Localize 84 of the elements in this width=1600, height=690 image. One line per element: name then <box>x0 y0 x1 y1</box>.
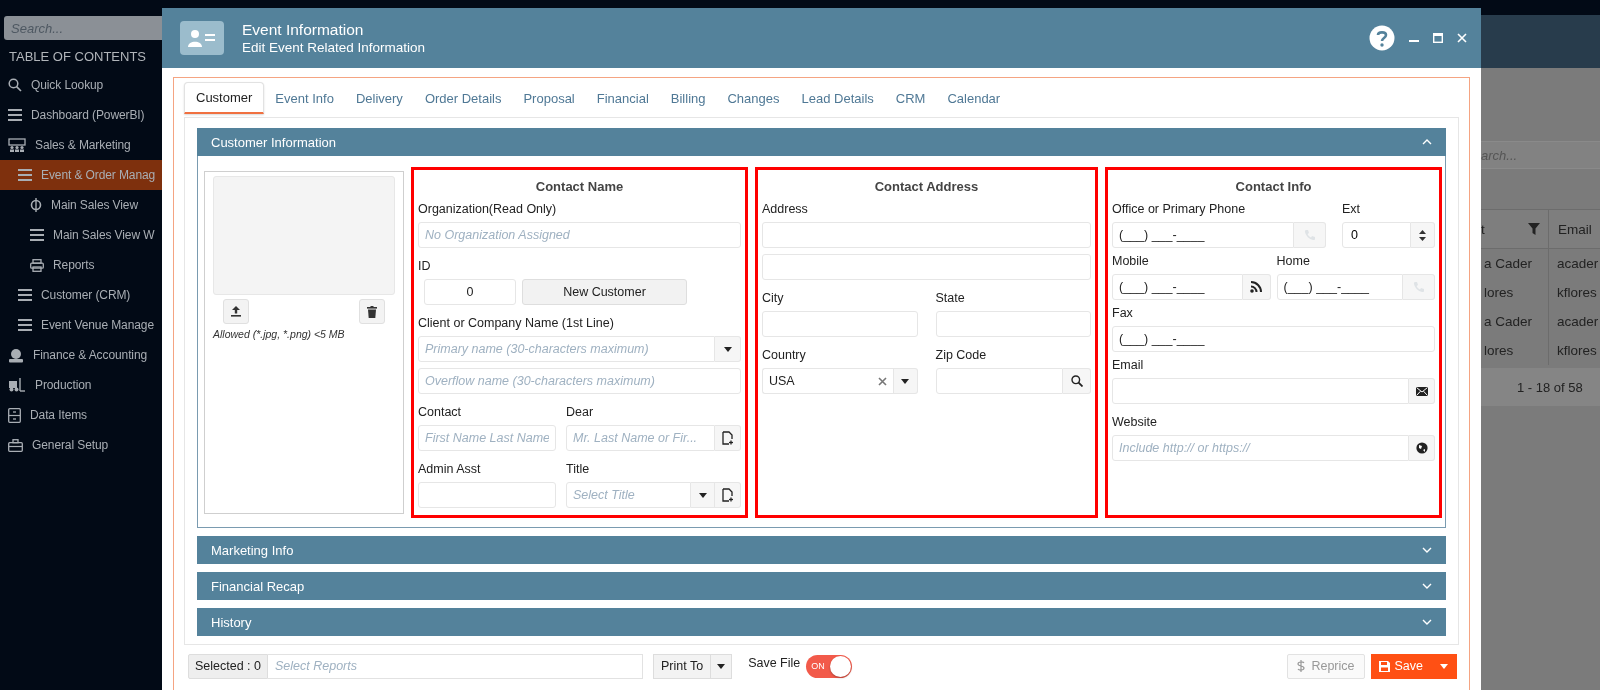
field-label: Client or Company Name (1st Line) <box>418 316 615 330</box>
sidebar-item[interactable]: Sales & Marketing <box>0 130 162 160</box>
section-heading: Contact Address <box>873 179 980 194</box>
input-field[interactable]: (___) ___-____ <box>1276 274 1403 300</box>
field-label: Ext <box>1342 202 1362 216</box>
tab[interactable]: CRM <box>884 82 937 114</box>
sidebar-item[interactable]: Production <box>0 370 162 400</box>
search-field[interactable]: Search... <box>4 16 162 40</box>
tab[interactable]: Lead Details <box>790 82 885 114</box>
reports-field[interactable]: Select Reports <box>268 653 643 679</box>
field-label: Email <box>1112 358 1145 372</box>
input-field[interactable]: 0 <box>424 279 516 305</box>
dialog-subtitle: Edit Event Related Information <box>242 38 426 57</box>
field-label: Title <box>566 462 591 476</box>
field-label: Home <box>1276 254 1311 268</box>
sidebar-item[interactable]: General Setup <box>0 430 162 460</box>
field-label: Organization(Read Only) <box>418 202 558 216</box>
section-header[interactable]: Financial Recap <box>197 572 1446 600</box>
pagination-info: 1 - 18 of 58 <box>1481 368 1600 406</box>
field-label: Country <box>762 348 807 362</box>
field-label: State <box>935 291 966 305</box>
field-label: Address <box>762 202 809 216</box>
sidebar-heading: TABLE OF CONTENTS <box>9 49 147 64</box>
field-label: Dear <box>566 405 595 419</box>
table-cell-text: a Cader <box>1483 314 1534 329</box>
sidebar-item[interactable]: Customer (CRM) <box>0 280 162 310</box>
section-heading: Contact Info <box>1234 179 1313 194</box>
print-to-button[interactable]: Print To <box>653 653 712 679</box>
field-label: Office or Primary Phone <box>1112 202 1247 216</box>
tab[interactable]: Order Details <box>413 82 513 114</box>
tab[interactable]: Delivery <box>344 82 414 114</box>
section-header[interactable]: History <box>197 608 1446 636</box>
field-label: ID <box>418 259 432 273</box>
section-header[interactable]: Customer Information <box>197 128 1446 156</box>
field-label: Zip Code <box>935 348 988 362</box>
sidebar-item[interactable]: Reports <box>0 250 162 280</box>
tab[interactable]: Event Info <box>264 82 345 114</box>
tab[interactable]: Customer <box>184 82 265 114</box>
table-cell-text: lores <box>1483 285 1515 300</box>
input-field[interactable]: Select Title <box>566 482 691 508</box>
input-field[interactable]: (___) ___-____ <box>1112 222 1294 248</box>
table-cell-text: lores <box>1483 343 1515 358</box>
field-label: City <box>762 291 785 305</box>
selected-count: Selected : 0 <box>188 653 268 679</box>
field-label: Fax <box>1112 306 1134 320</box>
number-field[interactable]: 0 <box>1342 222 1411 248</box>
sidebar-item[interactable]: Dashboard (PowerBI) <box>0 100 162 130</box>
sidebar-item[interactable]: Quick Lookup <box>0 70 162 100</box>
sidebar-item[interactable]: Event & Order Manag <box>0 160 162 190</box>
tab[interactable]: Proposal <box>512 82 586 114</box>
file-type-note: Allowed (*.jpg, *.png) <5 MB <box>213 328 346 340</box>
tab[interactable]: Billing <box>659 82 717 114</box>
input-field[interactable]: Primary name (30-characters maximum) <box>418 336 715 362</box>
sidebar-item[interactable]: Data Items <box>0 400 162 430</box>
sidebar-item[interactable]: Main Sales View <box>0 190 162 220</box>
input-field[interactable]: Mr. Last Name or Fir... <box>566 425 715 451</box>
table-cell-text: a Cader <box>1483 256 1534 271</box>
column-header[interactable]: Email <box>1548 210 1600 248</box>
sidebar-item[interactable]: Finance & Accounting <box>0 340 162 370</box>
input-field[interactable]: First Name Last Name <box>418 425 556 451</box>
input-field[interactable]: No Organization Assigned <box>418 222 741 248</box>
sidebar-item[interactable]: Main Sales View W <box>0 220 162 250</box>
section-heading: Contact Name <box>534 179 625 194</box>
field-label: Mobile <box>1112 254 1150 268</box>
input-field[interactable]: (___) ___-____ <box>1112 274 1243 300</box>
table-cell: acader <box>1548 249 1600 278</box>
section-header[interactable]: Marketing Info <box>197 536 1446 564</box>
table-cell: acader <box>1548 307 1600 336</box>
column-header[interactable]: t <box>1481 221 1485 237</box>
table-cell: kflores <box>1548 278 1600 307</box>
tab[interactable]: Changes <box>716 82 791 114</box>
field-label: Contact <box>418 405 463 419</box>
field-label: Admin Asst <box>418 462 482 476</box>
input-field[interactable]: (___) ___-____ <box>1112 326 1435 352</box>
new-customer-button[interactable]: New Customer <box>522 279 687 305</box>
input-field[interactable]: Include http:// or https:// <box>1112 435 1409 461</box>
field-label: Website <box>1112 415 1158 429</box>
table-cell: kflores <box>1548 336 1600 365</box>
sidebar-item[interactable]: Event Venue Manage <box>0 310 162 340</box>
tab[interactable]: Calendar <box>936 82 1012 114</box>
input-field[interactable]: Overflow name (30-characters maximum) <box>418 368 741 394</box>
dialog-title: Event Information <box>242 19 365 39</box>
tab[interactable]: Financial <box>585 82 660 114</box>
field-label: Save File <box>748 656 801 670</box>
